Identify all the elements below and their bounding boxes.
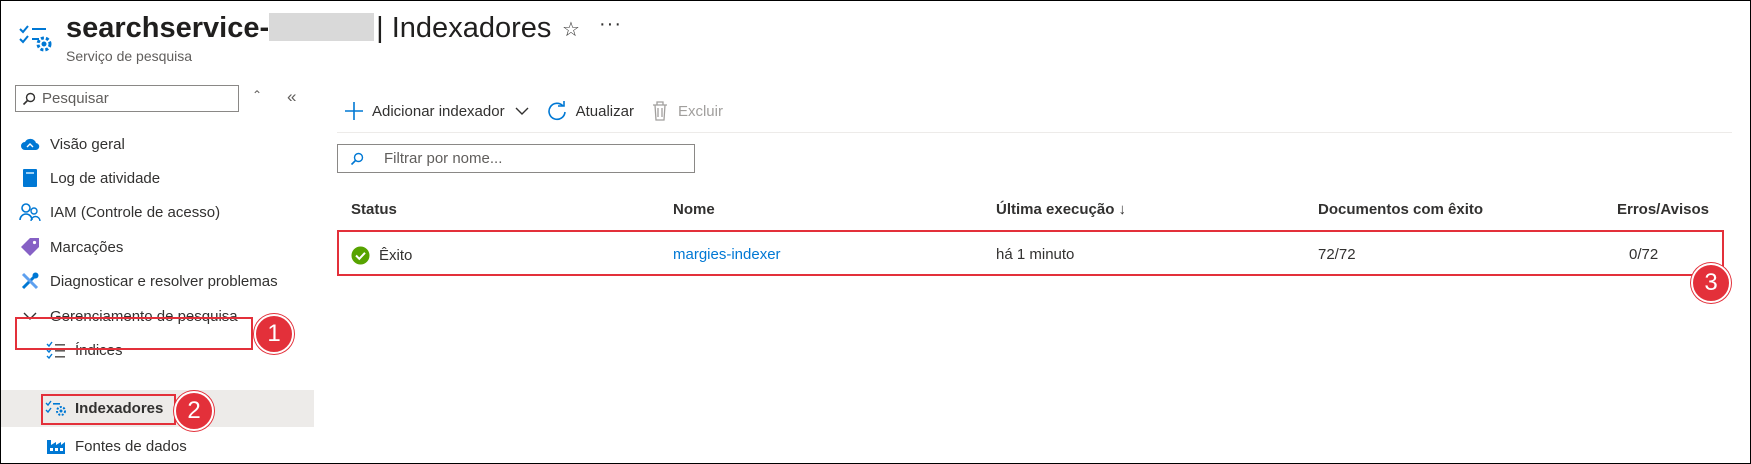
sidebar-item-overview[interactable]: Visão geral [1, 126, 314, 162]
ellipsis-icon[interactable]: ··· [599, 13, 622, 36]
refresh-label: Atualizar [575, 102, 634, 120]
filter-input[interactable] [382, 149, 686, 168]
callout-badge-2: 2 [174, 391, 214, 431]
callout-badge-1: 1 [254, 314, 294, 354]
page-title: searchservice- | Indexadores [66, 9, 551, 47]
people-icon [19, 201, 41, 223]
sidebar-item-activity-log[interactable]: Log de atividade [1, 160, 314, 196]
cloud-icon [19, 133, 41, 155]
refresh-icon [547, 101, 566, 121]
highlight-indexer-row [337, 230, 1724, 276]
filter-box[interactable] [337, 144, 695, 173]
sidebar-search-input[interactable] [40, 89, 224, 108]
factory-icon [45, 435, 67, 457]
sidebar-search[interactable] [15, 85, 239, 112]
redacted-block [269, 13, 375, 41]
column-header-status[interactable]: Status [351, 201, 397, 218]
sidebar-item-iam[interactable]: IAM (Controle de acesso) [1, 194, 314, 230]
search-service-icon [19, 25, 52, 52]
add-indexer-label: Adicionar indexador [372, 102, 505, 120]
star-icon[interactable]: ☆ [562, 17, 580, 42]
search-icon [350, 152, 364, 165]
sidebar-item-diagnose[interactable]: Diagnosticar e resolver problemas [1, 263, 314, 299]
sidebar-item-data-sources[interactable]: Fontes de dados [1, 428, 314, 463]
chevron-down-icon [515, 107, 529, 115]
sidebar-item-label: Marcações [50, 238, 124, 256]
sort-updown-icon[interactable]: ⌃ [252, 88, 262, 102]
page-subtitle: Serviço de pesquisa [66, 48, 193, 64]
page-section-title: | Indexadores [376, 12, 552, 44]
column-header-errors-warnings[interactable]: Erros/Avisos [1617, 201, 1709, 218]
column-header-docs-success[interactable]: Documentos com êxito [1318, 201, 1483, 218]
command-bar: Adicionar indexador Atualizar Excluir [344, 97, 723, 125]
portal-frame: searchservice- | Indexadores ☆ ··· Serviç… [0, 0, 1751, 464]
search-icon [22, 92, 36, 105]
sidebar-item-tags[interactable]: Marcações [1, 229, 314, 265]
wrench-icon [19, 270, 41, 292]
sidebar-item-label: Diagnosticar e resolver problemas [50, 272, 278, 290]
callout-badge-3: 3 [1691, 263, 1731, 303]
add-indexer-button[interactable]: Adicionar indexador [344, 101, 529, 121]
refresh-button[interactable]: Atualizar [547, 101, 634, 121]
highlight-search-management [15, 317, 253, 350]
delete-label: Excluir [677, 102, 723, 120]
service-name: searchservice- [66, 12, 270, 44]
log-icon [19, 167, 41, 189]
sidebar-item-label: IAM (Controle de acesso) [50, 203, 221, 221]
trash-icon [652, 101, 667, 121]
sidebar-item-label: Fontes de dados [75, 437, 187, 455]
collapse-sidebar-icon[interactable]: « [287, 87, 296, 107]
plus-icon [345, 102, 363, 120]
tag-icon [19, 236, 41, 258]
highlight-indexers [41, 394, 176, 425]
column-header-name[interactable]: Nome [673, 201, 715, 218]
toolbar-divider [337, 132, 1732, 133]
column-header-last-run[interactable]: Última execução ↓ [996, 201, 1126, 218]
sidebar-item-label: Log de atividade [50, 169, 161, 187]
sidebar-item-label: Visão geral [50, 135, 125, 153]
delete-button[interactable]: Excluir [652, 101, 723, 121]
